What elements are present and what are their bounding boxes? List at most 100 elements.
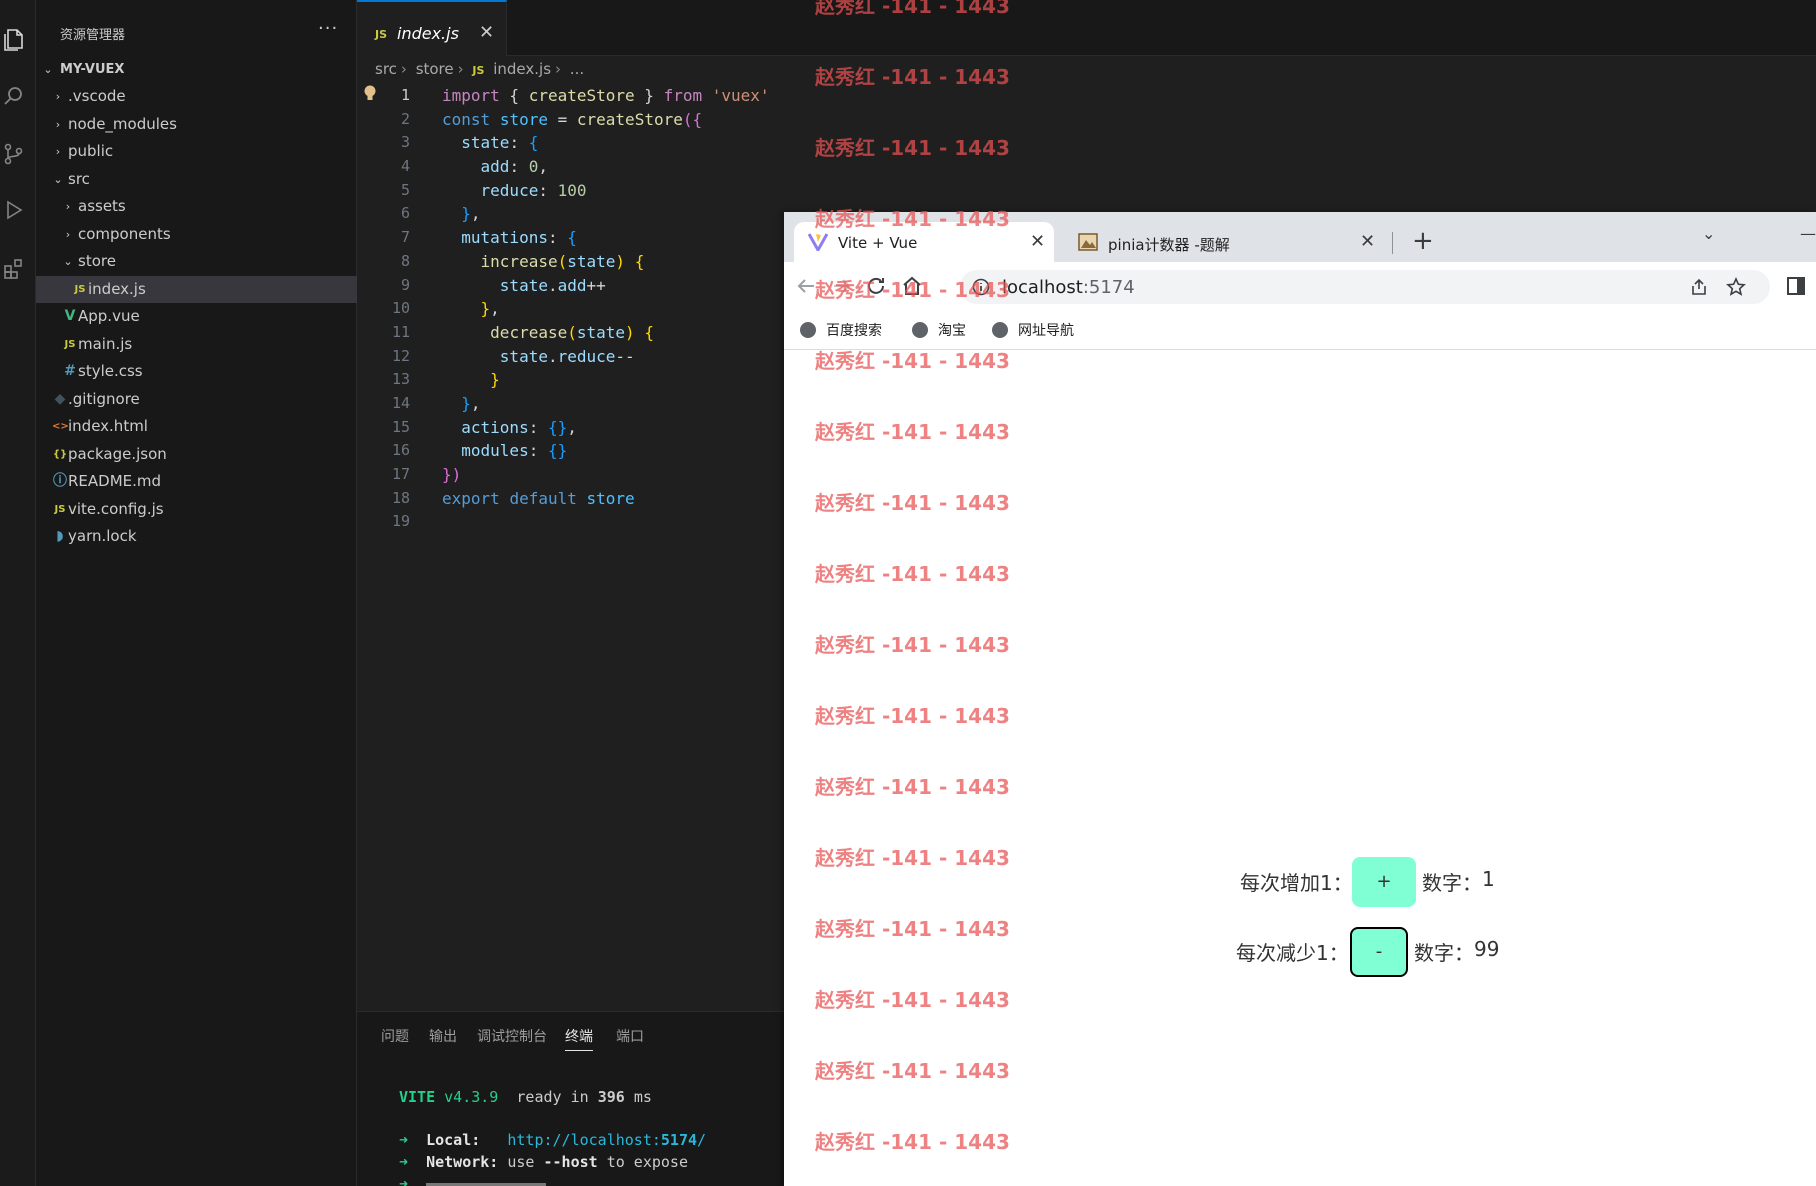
tab-output[interactable]: 输出 (429, 1026, 457, 1046)
line-number: 17 (391, 465, 410, 483)
line-number: 6 (400, 204, 410, 223)
tree-file[interactable]: JS index.js (36, 275, 357, 303)
breadcrumb-src[interactable]: src (375, 60, 397, 78)
code-editor[interactable]: 1 import { createStore } from 'vuex' 2 cons… (357, 84, 787, 534)
tree-folder[interactable]: › .vscode (36, 83, 357, 110)
tab-debug-console[interactable]: 调试控制台 (477, 1026, 547, 1046)
tree-item-label: App.vue (78, 307, 140, 325)
line-number: 19 (391, 512, 410, 531)
code-text: }) (442, 465, 462, 484)
increase-button[interactable]: + (1352, 857, 1416, 907)
decrease-label: 每次减少1： (1236, 941, 1349, 965)
line-number: 3 (400, 133, 410, 152)
breadcrumb-store[interactable]: store (416, 60, 454, 78)
tree-file[interactable]: JS vite.config.js (36, 496, 357, 523)
explorer-icon[interactable] (2, 28, 26, 52)
search-icon[interactable] (2, 84, 26, 108)
chevron-down-icon: ⌄ (63, 255, 73, 268)
browser-tab-title: pinia计数器 -题解 (1108, 236, 1230, 254)
breadcrumb: src › store › JS index.js › ... (375, 60, 585, 78)
line-number: 2 (400, 109, 410, 128)
site-info-icon[interactable] (972, 278, 990, 296)
tree-file[interactable]: # style.css (36, 358, 357, 385)
bookmark-item[interactable]: 网址导航 (992, 320, 1074, 340)
code-text: const store = createStore({ (442, 109, 703, 129)
html-file-icon: <> (52, 421, 69, 432)
tab-ports[interactable]: 端口 (616, 1026, 644, 1046)
decrease-button[interactable]: - (1350, 927, 1408, 977)
tree-folder[interactable]: › assets (36, 193, 357, 220)
url-text: localhost:5174 (1002, 277, 1135, 298)
editor-tab-index-js[interactable]: JS index.js ✕ (357, 0, 507, 56)
bookmark-star-icon[interactable] (1726, 277, 1746, 297)
code-text: increase(state) { (480, 251, 645, 271)
tree-folder[interactable]: › node_modules (36, 111, 357, 138)
share-icon[interactable] (1690, 278, 1708, 296)
ready-text: ready in (516, 1088, 589, 1106)
forward-icon[interactable] (830, 274, 854, 298)
code-line: 6 }, (357, 202, 787, 226)
run-debug-icon[interactable] (2, 198, 26, 222)
breadcrumb-file[interactable]: index.js (493, 60, 551, 78)
vite-label: VITE (399, 1088, 436, 1106)
tree-file[interactable]: ◗ yarn.lock (36, 523, 357, 550)
code-line: 18 export default store (357, 487, 787, 511)
address-bar[interactable]: localhost:5174 (960, 270, 1770, 304)
code-text: decrease(state) { (490, 322, 654, 342)
browser-tab-pinia[interactable]: pinia计数器 -题解 ✕ (1064, 222, 1384, 262)
tab-problems[interactable]: 问题 (381, 1026, 409, 1046)
back-icon[interactable] (794, 274, 818, 298)
close-tab-icon[interactable]: ✕ (479, 22, 494, 43)
source-control-icon[interactable] (2, 142, 26, 166)
local-url[interactable]: http://localhost:5174/ (507, 1131, 706, 1149)
code-text: state.reduce-- (499, 346, 635, 366)
code-line: 12 state.reduce-- (357, 345, 787, 369)
network-label: Network: (426, 1153, 499, 1171)
tree-file[interactable]: JS main.js (36, 331, 357, 358)
close-tab-icon[interactable]: ✕ (1030, 231, 1045, 252)
tree-folder[interactable]: ⌄ store (36, 248, 357, 275)
code-line: 19 (357, 510, 787, 534)
js-file-icon: JS (74, 283, 86, 295)
tree-file[interactable]: ⓘ README.md (36, 468, 357, 495)
side-panel-icon[interactable] (1784, 274, 1808, 298)
tab-terminal[interactable]: 终端 (565, 1026, 593, 1051)
yarn-file-icon: ◗ (56, 528, 64, 544)
extensions-icon[interactable] (2, 256, 26, 280)
tree-item-label: .gitignore (68, 389, 140, 408)
code-text: mutations: { (461, 228, 577, 248)
tree-folder[interactable]: › components (36, 221, 357, 248)
code-line: 1 import { createStore } from 'vuex' (357, 84, 787, 108)
tree-folder[interactable]: › public (36, 138, 357, 165)
tree-item-label: vite.config.js (68, 499, 164, 518)
reload-icon[interactable] (864, 274, 888, 298)
increase-count: 1 (1482, 867, 1495, 891)
new-tab-button[interactable]: + (1412, 226, 1434, 256)
line-number: 13 (391, 370, 410, 389)
bookmark-item[interactable]: 淘宝 (912, 320, 966, 340)
decrease-count: 99 (1474, 937, 1500, 961)
home-icon[interactable] (900, 274, 924, 298)
terminal-ready-line: VITE v4.3.9 ready in 396 ms (399, 1088, 652, 1106)
tree-file[interactable]: {} package.json (36, 441, 357, 468)
tree-file[interactable]: ◆ .gitignore (36, 386, 357, 413)
chevron-right-icon: › (55, 117, 61, 131)
tree-item-label: index.js (88, 279, 146, 298)
css-file-icon: # (64, 363, 76, 379)
more-actions-button[interactable]: ··· (318, 18, 338, 39)
browser-tab-vite[interactable]: Vite + Vue ✕ (794, 222, 1054, 262)
close-tab-icon[interactable]: ✕ (1360, 231, 1375, 252)
vue-file-icon: V (64, 308, 76, 324)
git-file-icon: ◆ (54, 390, 66, 407)
workspace-root[interactable]: ⌄ MY-VUEX (36, 56, 357, 83)
bookmark-item[interactable]: 百度搜索 (800, 320, 882, 340)
tab-search-icon[interactable]: ⌄ (1702, 224, 1715, 243)
tree-item-label: node_modules (68, 114, 177, 133)
minimize-icon[interactable]: — (1800, 224, 1816, 243)
tree-file[interactable]: V App.vue (36, 303, 357, 330)
tree-item-label: assets (78, 197, 126, 215)
tree-folder[interactable]: ⌄ src (36, 166, 357, 193)
breadcrumb-symbols[interactable]: ... (570, 60, 584, 78)
tree-file[interactable]: <> index.html (36, 413, 357, 440)
page-content: 每次增加1： + 数字： 1 每次减少1： - 数字： 99 (784, 351, 1816, 1186)
